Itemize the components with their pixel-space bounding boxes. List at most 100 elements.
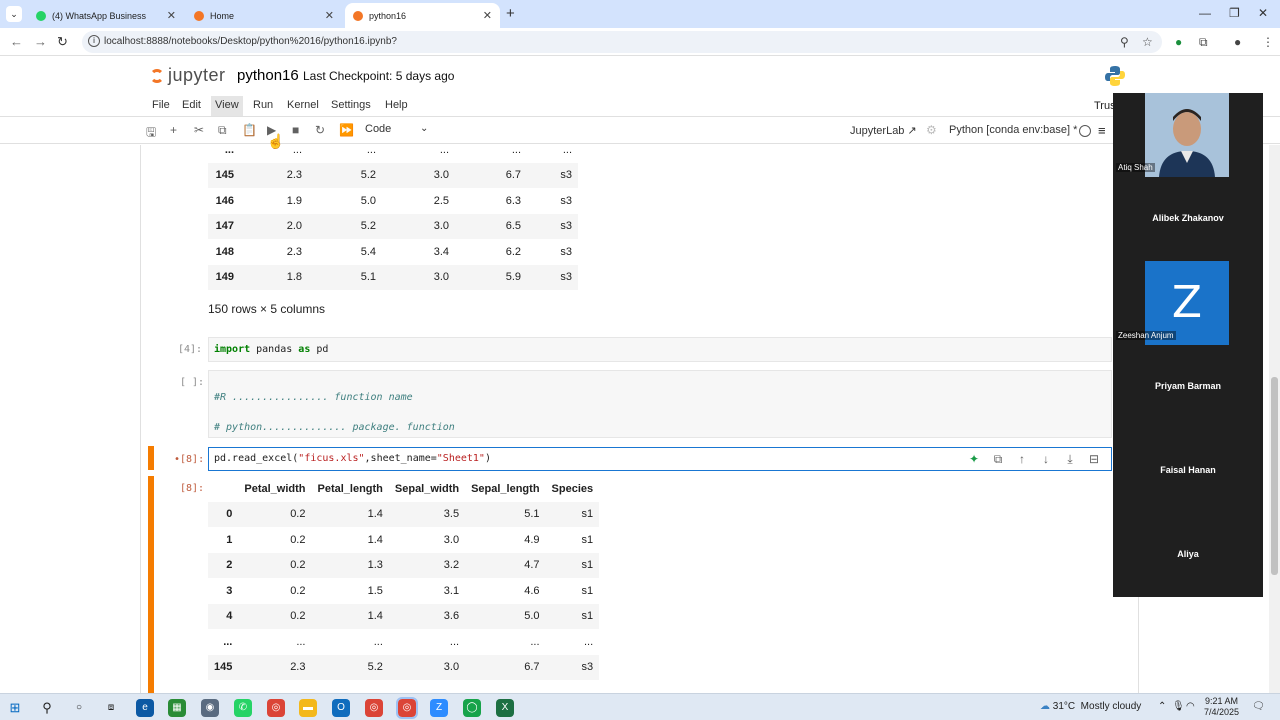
zoom-app-icon[interactable]: Z [430,699,448,717]
notebook-name[interactable]: python16 [237,67,299,84]
tray-chevron-icon[interactable]: ⌃ [1158,701,1166,712]
move-down-icon[interactable]: ↓ [1034,452,1058,466]
page-scrollbar[interactable] [1269,145,1280,693]
menu-edit[interactable]: Edit [180,99,203,111]
cell-toolbar: ✦ ⧉ ↑ ↓ ⤓ ⊟ [962,452,1106,467]
run-all-icon[interactable]: ⏩ [339,123,354,137]
microphone-icon[interactable]: 🎙 [1172,701,1185,712]
menu-file[interactable]: File [150,99,172,111]
store-icon[interactable]: ▦ [168,699,186,717]
close-tab-icon[interactable]: ✕ [325,9,334,22]
notification-icon[interactable]: 🗨 [1252,701,1265,712]
extensions-puzzle-icon[interactable]: ⧉ [1199,35,1208,50]
app-icon[interactable]: ◉ [201,699,219,717]
checkpoint-status: Last Checkpoint: 5 days ago [303,69,455,83]
menu-view[interactable]: View [211,96,243,116]
copy-icon[interactable]: ⧉ [218,123,227,138]
participant-label: Zeeshan Anjum [1116,331,1176,340]
reload-icon[interactable]: ↻ [57,34,68,50]
address-bar: ← → ↻ i localhost:8888/notebooks/Desktop… [0,28,1280,56]
menu-kernel[interactable]: Kernel [285,99,321,111]
table-row: .................. [224,143,572,156]
menu-run[interactable]: Run [251,99,275,111]
move-up-icon[interactable]: ↑ [1010,452,1034,466]
whatsapp-icon [36,10,46,21]
close-tab-icon[interactable]: ✕ [167,9,176,22]
jupyter-header: jupyter python16 Last Checkpoint: 5 days… [0,57,1280,95]
table-row: 146 1.9 5.0 2.5 6.3 s3 [215,194,572,207]
scrollbar-thumb[interactable] [1271,377,1278,575]
url-field[interactable]: i localhost:8888/notebooks/Desktop/pytho… [82,31,1162,53]
close-window-icon[interactable]: ✕ [1258,6,1268,20]
cell-prompt: [4]: [178,344,203,355]
excel-icon[interactable]: X [496,699,514,717]
kernel-status-icon [1079,125,1091,137]
weather-widget[interactable]: ☁ 31°C Mostly cloudy [1040,701,1141,712]
jupyter-icon [353,10,363,21]
sparkle-icon[interactable]: ✦ [962,452,986,466]
minimize-icon[interactable]: — [1199,6,1211,20]
menu-help[interactable]: Help [383,99,410,111]
save-icon[interactable]: 🖫 [146,123,156,144]
url-text: localhost:8888/notebooks/Desktop/python%… [104,36,397,47]
new-tab-icon[interactable]: + [506,5,515,22]
start-icon[interactable]: ⊞ [6,699,24,717]
cut-icon[interactable]: ✂ [194,123,204,137]
tab-python16[interactable]: python16 ✕ [345,3,500,28]
tab-search-icon[interactable]: ⌄ [6,6,22,22]
file-explorer-icon[interactable]: ▬ [299,699,317,717]
browser-tab-bar: ⌄ (4) WhatsApp Business ✕ Home ✕ python1… [0,0,1280,28]
forward-icon[interactable]: → [34,34,47,49]
system-clock[interactable]: 9:21 AM 7/4/2025 [1204,696,1239,718]
code-cell-comments[interactable]: #R ................ function name # pyth… [208,370,1112,438]
chrome-icon[interactable]: ◎ [267,699,285,717]
table-row: 2 0.2 1.3 3.2 4.7 s1 [208,552,600,578]
browser-menu-icon[interactable]: ⋮ [1262,35,1274,49]
jupyter-icon [194,10,204,21]
kernel-name[interactable]: Python [conda env:base] * [949,124,1077,136]
restore-icon[interactable]: ❐ [1229,6,1240,20]
chrome-active-icon[interactable]: ◎ [396,697,418,719]
cell-type-select[interactable]: Code ⌄ [365,123,428,135]
back-icon[interactable]: ← [10,34,23,49]
menu-settings[interactable]: Settings [329,99,373,111]
meeting-participants-panel: Atiq Shah Alibek Zhakanov Z Zeeshan Anju… [1113,93,1263,597]
whatsapp-taskbar-icon[interactable]: ✆ [234,699,252,717]
restart-icon[interactable]: ↻ [315,123,325,137]
site-info-icon[interactable]: i [88,35,100,47]
tab-title: (4) WhatsApp Business [52,10,147,21]
task-view-icon[interactable]: ⧈ [102,699,120,717]
duplicate-icon[interactable]: ⧉ [986,452,1010,467]
table-row: 3 0.2 1.5 3.1 4.6 s1 [226,584,594,597]
insert-above-icon[interactable]: ⤓ [1058,452,1082,467]
profile-avatar[interactable]: ● [1234,35,1241,49]
search-icon[interactable]: ⚲ [38,699,56,717]
bookmark-star-icon[interactable]: ☆ [1142,35,1153,49]
jupyterlab-link[interactable]: JupyterLab ↗ [850,124,917,137]
chrome-profile-icon[interactable]: ◎ [365,699,383,717]
extension-icon[interactable]: ● [1175,35,1182,49]
table-row: 0 0.2 1.4 3.5 5.1 s1 [208,501,600,527]
outlook-icon[interactable]: O [332,699,350,717]
jupyter-orb-icon [150,69,164,83]
insert-below-icon[interactable]: ⊟ [1082,452,1106,466]
recorder-icon[interactable]: ◯ [463,699,481,717]
stop-icon[interactable]: ■ [292,123,299,137]
add-cell-icon[interactable]: + [170,123,177,137]
close-tab-icon[interactable]: ✕ [483,9,492,22]
zoom-icon[interactable]: ⚲ [1120,35,1129,49]
notebook-left-border [140,145,141,693]
tab-home[interactable]: Home ✕ [186,3,342,28]
paste-icon[interactable]: 📋 [242,123,257,137]
tab-whatsapp[interactable]: (4) WhatsApp Business ✕ [28,3,184,28]
code-cell-import[interactable]: import pandas as pd [208,337,1112,362]
jupyter-logo[interactable]: jupyter [150,65,226,86]
output-indicator [148,476,154,693]
notebook-toolbar: 🖫 + ✂ ⧉ 📋 ▶ ■ ↻ ⏩ Code ⌄ JupyterLab ↗ ⚙ P… [0,118,1280,144]
participant-name: Priyam Barman [1154,381,1222,391]
menu-icon[interactable]: ≡ [1098,123,1106,138]
edge-icon[interactable]: e [136,699,154,717]
wifi-icon[interactable]: ◠ [1186,701,1195,712]
cortana-icon[interactable]: ○ [70,699,88,717]
participant-name: Aliya [1177,549,1199,559]
